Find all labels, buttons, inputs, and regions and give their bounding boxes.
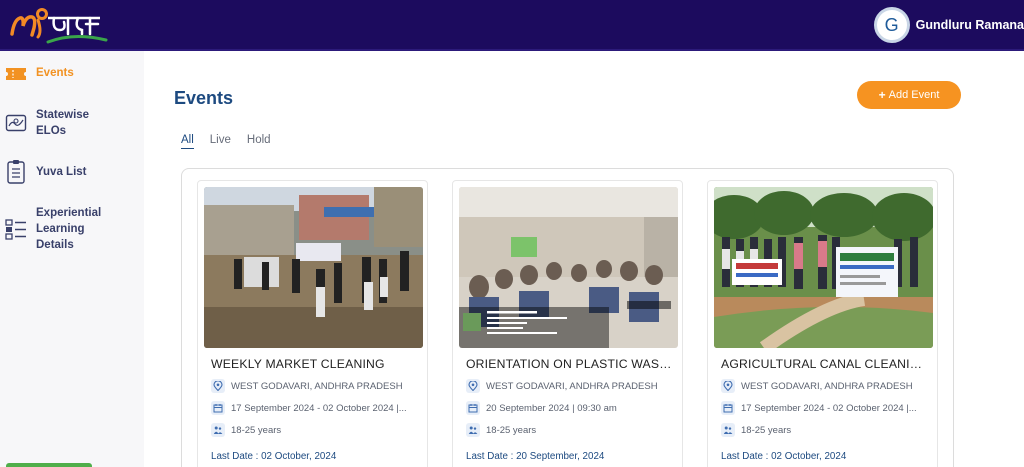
event-age-row: 18-25 years bbox=[721, 423, 931, 437]
mera-bharat-logo[interactable] bbox=[8, 4, 108, 48]
event-date-row: 17 September 2024 - 02 October 2024 |... bbox=[721, 401, 931, 415]
event-location-row: WEST GODAVARI, ANDHRA PRADESH bbox=[211, 379, 421, 393]
event-photo-plastic-orientation[interactable] bbox=[459, 187, 678, 348]
plus-icon: + bbox=[878, 88, 886, 102]
calendar-icon bbox=[721, 401, 735, 415]
event-card[interactable]: WEEKLY MARKET CLEANING WEST GODAVARI, AN… bbox=[197, 180, 428, 467]
location-pin-icon bbox=[466, 379, 480, 393]
map-icon bbox=[5, 112, 27, 134]
event-filter-tabs: All Live Hold bbox=[181, 134, 287, 149]
event-card[interactable]: AGRICULTURAL CANAL CLEANING... WEST GODA… bbox=[707, 180, 938, 467]
event-last-date: Last Date : 20 September, 2024 bbox=[466, 451, 605, 462]
sidebar-item-yuva-list[interactable]: Yuva List bbox=[0, 159, 144, 184]
page-title: Events bbox=[174, 88, 234, 108]
event-location: WEST GODAVARI, ANDHRA PRADESH bbox=[231, 380, 403, 392]
ticket-icon bbox=[5, 63, 27, 85]
event-location-row: WEST GODAVARI, ANDHRA PRADESH bbox=[466, 379, 676, 393]
add-event-button[interactable]: + Add Event bbox=[857, 81, 961, 109]
sidebar-item-label: Events bbox=[36, 67, 74, 79]
calendar-icon bbox=[211, 401, 225, 415]
sidebar-item-events[interactable]: Events bbox=[0, 63, 144, 85]
event-date: 20 September 2024 | 09:30 am bbox=[486, 402, 617, 414]
event-age-row: 18-25 years bbox=[211, 423, 421, 437]
event-date-row: 17 September 2024 - 02 October 2024 |... bbox=[211, 401, 421, 415]
people-icon bbox=[466, 423, 480, 437]
grid-list-icon bbox=[5, 218, 27, 240]
event-location: WEST GODAVARI, ANDHRA PRADESH bbox=[741, 380, 913, 392]
event-title[interactable]: ORIENTATION ON PLASTIC WASTE... bbox=[466, 357, 674, 371]
user-name[interactable]: Gundluru Ramana bbox=[916, 18, 1024, 32]
event-last-date: Last Date : 02 October, 2024 bbox=[211, 451, 337, 462]
event-photo-market-cleaning[interactable] bbox=[204, 187, 423, 348]
event-age-range: 18-25 years bbox=[486, 424, 537, 436]
sidebar-item-label: Yuva List bbox=[36, 166, 87, 178]
event-date: 17 September 2024 - 02 October 2024 |... bbox=[741, 402, 917, 414]
add-event-label: Add Event bbox=[888, 89, 940, 101]
user-profile[interactable]: G Gundluru Ramana bbox=[873, 6, 1024, 44]
event-age-range: 18-25 years bbox=[231, 424, 282, 436]
event-age-row: 18-25 years bbox=[466, 423, 676, 437]
event-card[interactable]: ORIENTATION ON PLASTIC WASTE... WEST GOD… bbox=[452, 180, 683, 467]
sidebar-bottom-bar bbox=[6, 463, 92, 467]
top-header: G Gundluru Ramana bbox=[0, 0, 1024, 51]
sidebar-item-label: Statewise ELOs bbox=[36, 109, 90, 137]
sidebar-item-statewise-elos[interactable]: Statewise ELOs bbox=[0, 107, 144, 143]
event-last-date: Last Date : 02 October, 2024 bbox=[721, 451, 847, 462]
location-pin-icon bbox=[211, 379, 225, 393]
sidebar-item-experiential-learning[interactable]: Experiential Learning Details bbox=[0, 205, 144, 255]
sidebar-item-label: Experiential Learning Details bbox=[36, 207, 102, 251]
event-date: 17 September 2024 - 02 October 2024 |... bbox=[231, 402, 407, 414]
people-icon bbox=[211, 423, 225, 437]
event-title[interactable]: AGRICULTURAL CANAL CLEANING... bbox=[721, 357, 929, 371]
event-date-row: 20 September 2024 | 09:30 am bbox=[466, 401, 676, 415]
event-photo-canal-cleaning[interactable] bbox=[714, 187, 933, 348]
event-location-row: WEST GODAVARI, ANDHRA PRADESH bbox=[721, 379, 931, 393]
event-title[interactable]: WEEKLY MARKET CLEANING bbox=[211, 357, 419, 371]
sidebar: Events Statewise ELOs Yuva List Experien… bbox=[0, 51, 144, 467]
event-age-range: 18-25 years bbox=[741, 424, 792, 436]
calendar-icon bbox=[466, 401, 480, 415]
people-icon bbox=[721, 423, 735, 437]
location-pin-icon bbox=[721, 379, 735, 393]
tab-live[interactable]: Live bbox=[210, 134, 231, 149]
tab-all[interactable]: All bbox=[181, 134, 194, 149]
tab-hold[interactable]: Hold bbox=[247, 134, 271, 149]
avatar[interactable]: G bbox=[873, 7, 910, 43]
clipboard-list-icon bbox=[5, 159, 27, 184]
event-location: WEST GODAVARI, ANDHRA PRADESH bbox=[486, 380, 658, 392]
